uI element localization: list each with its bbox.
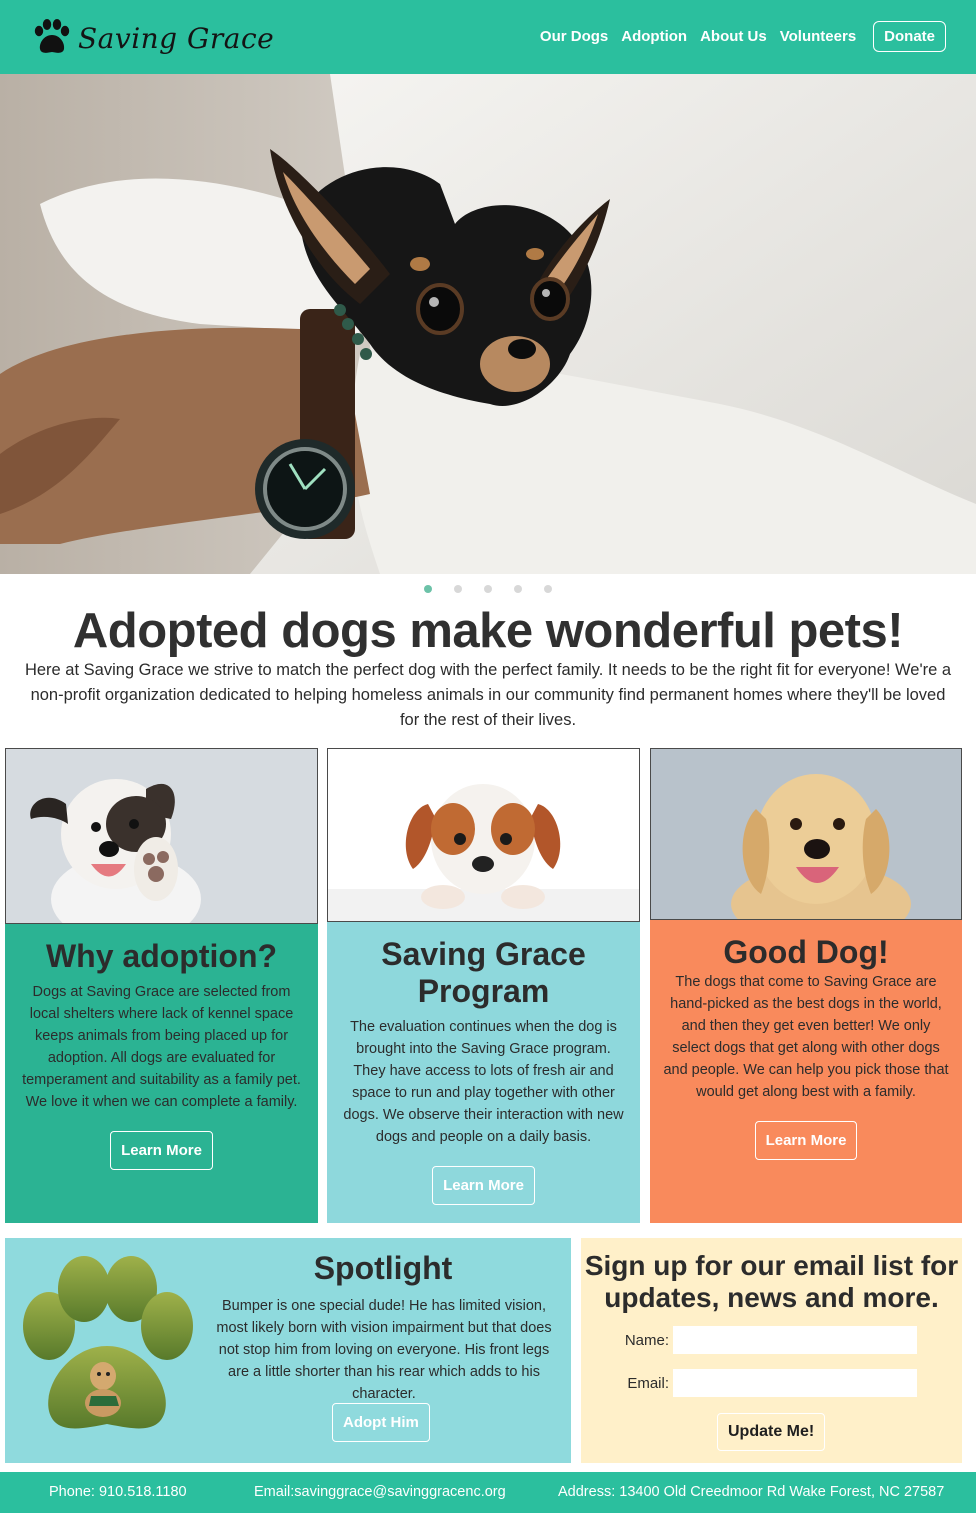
card-body: Saving Grace Program The evaluation cont… — [327, 922, 640, 1205]
hero-image — [0, 74, 976, 574]
learn-more-button[interactable]: Learn More — [754, 1121, 858, 1160]
main-nav: Our Dogs Adoption About Us Volunteers Do… — [527, 21, 946, 52]
footer-address: Address: 13400 Old Creedmoor Rd Wake For… — [558, 1484, 945, 1500]
carousel-dot-5[interactable] — [544, 585, 552, 593]
site-footer: Phone: 910.518.1180 Email:savinggrace@sa… — [0, 1472, 976, 1513]
card-photo-golden-retriever — [650, 748, 962, 920]
page-headline: Adopted dogs make wonderful pets! — [72, 604, 904, 658]
email-field[interactable] — [673, 1369, 917, 1397]
spotlight-section: Spotlight Bumper is one special dude! He… — [5, 1238, 571, 1463]
card-title: Saving Grace Program — [381, 936, 586, 1009]
dog-photo-3 — [651, 749, 961, 919]
carousel-dot-3[interactable] — [484, 585, 492, 593]
card-body: Why adoption? Dogs at Saving Grace are s… — [5, 924, 318, 1170]
carousel-dot-2[interactable] — [454, 585, 462, 593]
dog-photo-1 — [6, 749, 317, 923]
card-title: Why adoption? — [45, 938, 278, 974]
carousel-indicators — [0, 585, 976, 593]
card-good-dog: Good Dog! The dogs that come to Saving G… — [650, 748, 962, 1223]
adopt-him-button[interactable]: Adopt Him — [332, 1403, 430, 1442]
update-me-button[interactable]: Update Me! — [717, 1413, 826, 1451]
donate-button[interactable]: Donate — [873, 21, 946, 52]
learn-more-button[interactable]: Learn More — [110, 1131, 213, 1170]
name-label: Name: — [624, 1331, 669, 1349]
card-program: Saving Grace Program The evaluation cont… — [327, 748, 640, 1223]
carousel-dot-4[interactable] — [514, 585, 522, 593]
card-body: Good Dog! The dogs that come to Saving G… — [650, 920, 962, 1160]
paw-photo-icon — [23, 1256, 193, 1429]
paw-logo-icon — [34, 19, 70, 53]
footer-phone: Phone: 910.518.1180 — [49, 1484, 187, 1500]
card-title: Good Dog! — [723, 934, 889, 970]
signup-title: Sign up for our email list for updates, … — [584, 1250, 959, 1313]
nav-adoption[interactable]: Adoption — [621, 28, 687, 45]
nav-about-us[interactable]: About Us — [700, 28, 767, 45]
logo-text: Saving Grace — [78, 21, 275, 55]
spotlight-text: Bumper is one special dude! He has limit… — [216, 1298, 552, 1402]
email-label: Email: — [627, 1374, 669, 1392]
nav-our-dogs[interactable]: Our Dogs — [540, 28, 608, 45]
logo[interactable]: Saving Grace — [30, 18, 274, 58]
learn-more-button[interactable]: Learn More — [432, 1166, 535, 1205]
hero-carousel[interactable] — [0, 74, 976, 574]
card-photo-puppy — [327, 748, 640, 922]
name-row: Name: — [581, 1326, 917, 1354]
intro-text: Here at Saving Grace we strive to match … — [24, 661, 952, 729]
nav-volunteers[interactable]: Volunteers — [780, 28, 856, 45]
site-header: Saving Grace Our Dogs Adoption About Us … — [0, 0, 976, 74]
card-text: The dogs that come to Saving Grace are h… — [663, 974, 949, 1100]
card-text: Dogs at Saving Grace are selected from l… — [22, 984, 301, 1110]
card-photo-border-collie — [5, 748, 318, 924]
carousel-dot-1[interactable] — [424, 585, 432, 593]
spotlight-title: Spotlight — [313, 1250, 453, 1286]
card-why-adoption: Why adoption? Dogs at Saving Grace are s… — [5, 748, 318, 1223]
dog-photo-2 — [328, 749, 639, 921]
email-row: Email: — [581, 1369, 917, 1397]
card-text: The evaluation continues when the dog is… — [343, 1019, 624, 1145]
name-field[interactable] — [673, 1326, 917, 1354]
footer-email[interactable]: Email:savinggrace@savinggracenc.org — [254, 1484, 506, 1500]
